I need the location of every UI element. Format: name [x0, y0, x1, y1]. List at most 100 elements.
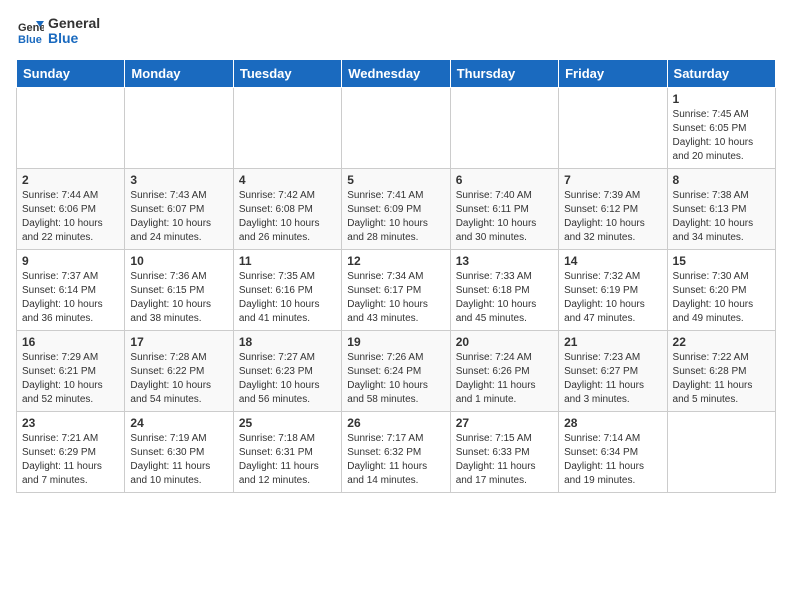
day-info: Sunrise: 7:34 AM Sunset: 6:17 PM Dayligh…	[347, 270, 444, 326]
day-cell: 24 Sunrise: 7:19 AM Sunset: 6:30 PM Dayli…	[125, 411, 233, 492]
day-cell: 5Sunrise: 7:41 AM Sunset: 6:09 PM Daylig…	[342, 168, 450, 249]
day-cell: 19 Sunrise: 7:26 AM Sunset: 6:24 PM Dayli…	[342, 330, 450, 411]
day-info: Sunrise: 7:28 AM Sunset: 6:22 PM Dayligh…	[130, 351, 227, 407]
day-cell: 11Sunrise: 7:35 AM Sunset: 6:16 PM Dayli…	[233, 249, 341, 330]
day-cell: 20 Sunrise: 7:24 AM Sunset: 6:26 PM Dayli…	[450, 330, 558, 411]
day-number: 28	[564, 416, 661, 430]
day-info: Sunrise: 7:14 AM Sunset: 6:34 PM Dayligh…	[564, 432, 661, 488]
day-info: Sunrise: 7:30 AM Sunset: 6:20 PM Dayligh…	[673, 270, 770, 326]
day-number: 4	[239, 173, 336, 187]
day-number: 25	[239, 416, 336, 430]
day-cell: 26Sunrise: 7:17 AM Sunset: 6:32 PM Dayli…	[342, 411, 450, 492]
day-info: Sunrise: 7:37 AM Sunset: 6:14 PM Dayligh…	[22, 270, 119, 326]
day-cell	[342, 87, 450, 168]
day-number: 19	[347, 335, 444, 349]
weekday-header-sunday: Sunday	[17, 59, 125, 87]
day-cell: 6Sunrise: 7:40 AM Sunset: 6:11 PM Daylig…	[450, 168, 558, 249]
week-row-3: 9 Sunrise: 7:37 AM Sunset: 6:14 PM Daylig…	[17, 249, 776, 330]
day-info: Sunrise: 7:21 AM Sunset: 6:29 PM Dayligh…	[22, 432, 119, 488]
day-number: 14	[564, 254, 661, 268]
day-cell: 13 Sunrise: 7:33 AM Sunset: 6:18 PM Dayli…	[450, 249, 558, 330]
day-info: Sunrise: 7:24 AM Sunset: 6:26 PM Dayligh…	[456, 351, 553, 407]
day-cell: 22Sunrise: 7:22 AM Sunset: 6:28 PM Dayli…	[667, 330, 775, 411]
weekday-header-saturday: Saturday	[667, 59, 775, 87]
weekday-header-thursday: Thursday	[450, 59, 558, 87]
day-cell: 10 Sunrise: 7:36 AM Sunset: 6:15 PM Dayli…	[125, 249, 233, 330]
day-info: Sunrise: 7:22 AM Sunset: 6:28 PM Dayligh…	[673, 351, 770, 407]
day-info: Sunrise: 7:43 AM Sunset: 6:07 PM Dayligh…	[130, 189, 227, 245]
day-cell	[559, 87, 667, 168]
day-number: 6	[456, 173, 553, 187]
day-info: Sunrise: 7:32 AM Sunset: 6:19 PM Dayligh…	[564, 270, 661, 326]
day-number: 12	[347, 254, 444, 268]
day-info: Sunrise: 7:29 AM Sunset: 6:21 PM Dayligh…	[22, 351, 119, 407]
week-row-4: 16Sunrise: 7:29 AM Sunset: 6:21 PM Dayli…	[17, 330, 776, 411]
week-row-5: 23 Sunrise: 7:21 AM Sunset: 6:29 PM Dayli…	[17, 411, 776, 492]
day-info: Sunrise: 7:23 AM Sunset: 6:27 PM Dayligh…	[564, 351, 661, 407]
day-info: Sunrise: 7:19 AM Sunset: 6:30 PM Dayligh…	[130, 432, 227, 488]
weekday-header-row: SundayMondayTuesdayWednesdayThursdayFrid…	[17, 59, 776, 87]
logo-general: General	[48, 16, 100, 31]
day-info: Sunrise: 7:17 AM Sunset: 6:32 PM Dayligh…	[347, 432, 444, 488]
day-number: 15	[673, 254, 770, 268]
day-cell: 14 Sunrise: 7:32 AM Sunset: 6:19 PM Dayli…	[559, 249, 667, 330]
day-cell: 8 Sunrise: 7:38 AM Sunset: 6:13 PM Daylig…	[667, 168, 775, 249]
day-info: Sunrise: 7:26 AM Sunset: 6:24 PM Dayligh…	[347, 351, 444, 407]
day-cell: 4 Sunrise: 7:42 AM Sunset: 6:08 PM Daylig…	[233, 168, 341, 249]
day-number: 10	[130, 254, 227, 268]
day-cell: 9 Sunrise: 7:37 AM Sunset: 6:14 PM Daylig…	[17, 249, 125, 330]
calendar: SundayMondayTuesdayWednesdayThursdayFrid…	[16, 59, 776, 493]
day-cell	[450, 87, 558, 168]
day-number: 8	[673, 173, 770, 187]
day-cell: 16Sunrise: 7:29 AM Sunset: 6:21 PM Dayli…	[17, 330, 125, 411]
day-cell	[667, 411, 775, 492]
day-number: 24	[130, 416, 227, 430]
day-number: 23	[22, 416, 119, 430]
day-number: 9	[22, 254, 119, 268]
day-info: Sunrise: 7:33 AM Sunset: 6:18 PM Dayligh…	[456, 270, 553, 326]
day-info: Sunrise: 7:42 AM Sunset: 6:08 PM Dayligh…	[239, 189, 336, 245]
day-cell: 21 Sunrise: 7:23 AM Sunset: 6:27 PM Dayli…	[559, 330, 667, 411]
day-cell: 27 Sunrise: 7:15 AM Sunset: 6:33 PM Dayli…	[450, 411, 558, 492]
header: General Blue General Blue	[16, 16, 776, 47]
logo-blue: Blue	[48, 31, 100, 46]
week-row-2: 2 Sunrise: 7:44 AM Sunset: 6:06 PM Daylig…	[17, 168, 776, 249]
day-number: 21	[564, 335, 661, 349]
day-info: Sunrise: 7:41 AM Sunset: 6:09 PM Dayligh…	[347, 189, 444, 245]
day-number: 17	[130, 335, 227, 349]
day-cell: 23 Sunrise: 7:21 AM Sunset: 6:29 PM Dayli…	[17, 411, 125, 492]
day-number: 13	[456, 254, 553, 268]
day-cell	[17, 87, 125, 168]
weekday-header-friday: Friday	[559, 59, 667, 87]
day-info: Sunrise: 7:38 AM Sunset: 6:13 PM Dayligh…	[673, 189, 770, 245]
day-cell: 3 Sunrise: 7:43 AM Sunset: 6:07 PM Daylig…	[125, 168, 233, 249]
weekday-header-wednesday: Wednesday	[342, 59, 450, 87]
day-cell: 7 Sunrise: 7:39 AM Sunset: 6:12 PM Daylig…	[559, 168, 667, 249]
day-number: 20	[456, 335, 553, 349]
weekday-header-monday: Monday	[125, 59, 233, 87]
day-number: 1	[673, 92, 770, 106]
week-row-1: 1Sunrise: 7:45 AM Sunset: 6:05 PM Daylig…	[17, 87, 776, 168]
day-number: 27	[456, 416, 553, 430]
day-cell: 17 Sunrise: 7:28 AM Sunset: 6:22 PM Dayli…	[125, 330, 233, 411]
day-cell: 25 Sunrise: 7:18 AM Sunset: 6:31 PM Dayli…	[233, 411, 341, 492]
day-cell: 28 Sunrise: 7:14 AM Sunset: 6:34 PM Dayli…	[559, 411, 667, 492]
day-info: Sunrise: 7:44 AM Sunset: 6:06 PM Dayligh…	[22, 189, 119, 245]
day-number: 11	[239, 254, 336, 268]
day-cell	[125, 87, 233, 168]
day-info: Sunrise: 7:36 AM Sunset: 6:15 PM Dayligh…	[130, 270, 227, 326]
day-number: 18	[239, 335, 336, 349]
day-number: 7	[564, 173, 661, 187]
day-info: Sunrise: 7:18 AM Sunset: 6:31 PM Dayligh…	[239, 432, 336, 488]
day-cell: 15 Sunrise: 7:30 AM Sunset: 6:20 PM Dayli…	[667, 249, 775, 330]
day-cell: 18 Sunrise: 7:27 AM Sunset: 6:23 PM Dayli…	[233, 330, 341, 411]
day-info: Sunrise: 7:15 AM Sunset: 6:33 PM Dayligh…	[456, 432, 553, 488]
day-cell: 2 Sunrise: 7:44 AM Sunset: 6:06 PM Daylig…	[17, 168, 125, 249]
day-info: Sunrise: 7:39 AM Sunset: 6:12 PM Dayligh…	[564, 189, 661, 245]
day-info: Sunrise: 7:27 AM Sunset: 6:23 PM Dayligh…	[239, 351, 336, 407]
day-cell: 1Sunrise: 7:45 AM Sunset: 6:05 PM Daylig…	[667, 87, 775, 168]
weekday-header-tuesday: Tuesday	[233, 59, 341, 87]
day-number: 2	[22, 173, 119, 187]
day-number: 3	[130, 173, 227, 187]
day-cell: 12 Sunrise: 7:34 AM Sunset: 6:17 PM Dayli…	[342, 249, 450, 330]
